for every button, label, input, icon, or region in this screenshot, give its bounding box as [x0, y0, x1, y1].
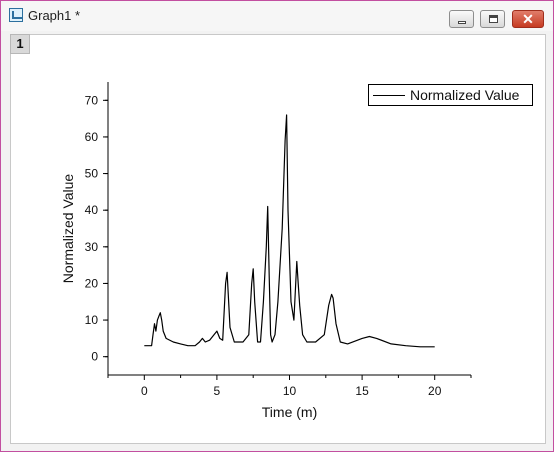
y-tick-label: 30: [85, 240, 99, 254]
plot-area[interactable]: 0 10 20 30 40 50 60 70 0 5 10 15 20 Time (m) Normali…: [10, 34, 546, 444]
close-icon: ✕: [522, 11, 534, 27]
graph-icon: [9, 8, 23, 22]
x-tick-label: 0: [141, 384, 148, 398]
y-tick-label: 50: [85, 167, 99, 181]
chart-series: [144, 114, 435, 348]
maximize-icon: [489, 15, 498, 23]
y-tick-label: 0: [91, 350, 98, 364]
y-axis-label: Normalized Value: [60, 174, 76, 284]
x-axis-label: Time (m): [262, 404, 317, 420]
layer-badge[interactable]: 1: [10, 34, 30, 54]
close-button[interactable]: ✕: [512, 10, 544, 28]
x-tick-label: 20: [428, 384, 442, 398]
minimize-icon: [458, 21, 466, 24]
chart-ticks: 0 10 20 30 40 50 60 70 0 5 10 15 20: [85, 93, 472, 398]
y-tick-label: 20: [85, 276, 99, 290]
legend-line-swatch: [373, 95, 405, 96]
title-bar[interactable]: Graph1 * ✕: [1, 1, 553, 31]
chart-axes: [107, 82, 471, 376]
series-line-normalized-value: [144, 114, 435, 348]
minimize-button[interactable]: [449, 10, 474, 28]
x-tick-label: 5: [214, 384, 221, 398]
window-title: Graph1 *: [28, 8, 81, 23]
y-tick-label: 10: [85, 313, 99, 327]
maximize-button[interactable]: [480, 10, 505, 28]
y-tick-label: 60: [85, 130, 99, 144]
y-tick-label: 40: [85, 203, 99, 217]
legend-label: Normalized Value: [410, 87, 520, 103]
graph-window: Graph1 * ✕ 0 10 20 30 40 50 60 70 0 5 10 15 20 Time …: [0, 0, 554, 452]
legend[interactable]: Normalized Value: [368, 84, 533, 106]
x-tick-label: 10: [283, 384, 297, 398]
x-tick-label: 15: [355, 384, 369, 398]
y-tick-label: 70: [85, 93, 99, 107]
